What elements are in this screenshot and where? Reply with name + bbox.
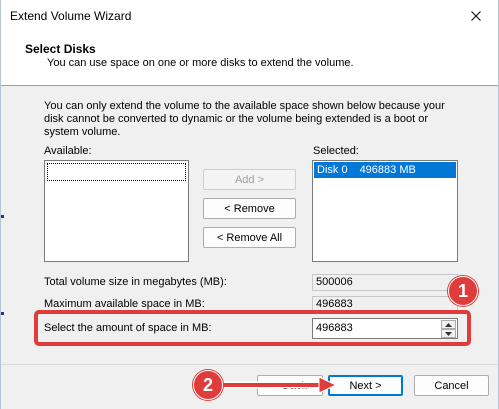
title-bar: Extend Volume Wizard	[1, 0, 498, 32]
total-size-label: Total volume size in megabytes (MB):	[44, 276, 227, 288]
page-title: Select Disks	[25, 42, 96, 56]
cancel-button[interactable]: Cancel	[414, 375, 489, 396]
edge-mark	[1, 215, 4, 218]
annotation-highlight-box	[34, 310, 471, 346]
available-label: Available:	[44, 145, 92, 157]
step-badge-2: 2	[193, 370, 223, 400]
selected-list-item[interactable]: Disk 0 496883 MB	[314, 162, 456, 178]
selected-listbox[interactable]: Disk 0 496883 MB	[312, 160, 458, 262]
remove-button[interactable]: < Remove	[203, 198, 296, 219]
close-icon	[471, 11, 481, 21]
remove-all-button[interactable]: < Remove All	[203, 227, 296, 248]
step-badge-1: 1	[448, 276, 478, 306]
footer-divider	[1, 364, 498, 365]
available-listbox[interactable]	[44, 160, 189, 262]
selected-label: Selected:	[313, 145, 359, 157]
total-size-value: 500006	[312, 274, 458, 291]
page-subtitle: You can use space on one or more disks t…	[47, 57, 354, 69]
wizard-header: Select Disks You can use space on one or…	[1, 32, 498, 86]
disk-name: Disk 0	[317, 164, 348, 176]
close-button[interactable]	[454, 0, 498, 32]
add-button[interactable]: Add >	[203, 169, 296, 190]
max-space-label: Maximum available space in MB:	[44, 298, 205, 310]
next-button[interactable]: Next >	[328, 375, 403, 396]
window-title: Extend Volume Wizard	[10, 9, 132, 23]
disk-size: 496883 MB	[359, 164, 416, 176]
available-list-item[interactable]	[47, 163, 186, 181]
arrow-right-icon	[219, 376, 337, 394]
description-text: You can only extend the volume to the av…	[44, 100, 445, 138]
extend-volume-wizard-window: Extend Volume Wizard Select Disks You ca…	[0, 0, 499, 409]
edge-mark	[1, 312, 4, 315]
